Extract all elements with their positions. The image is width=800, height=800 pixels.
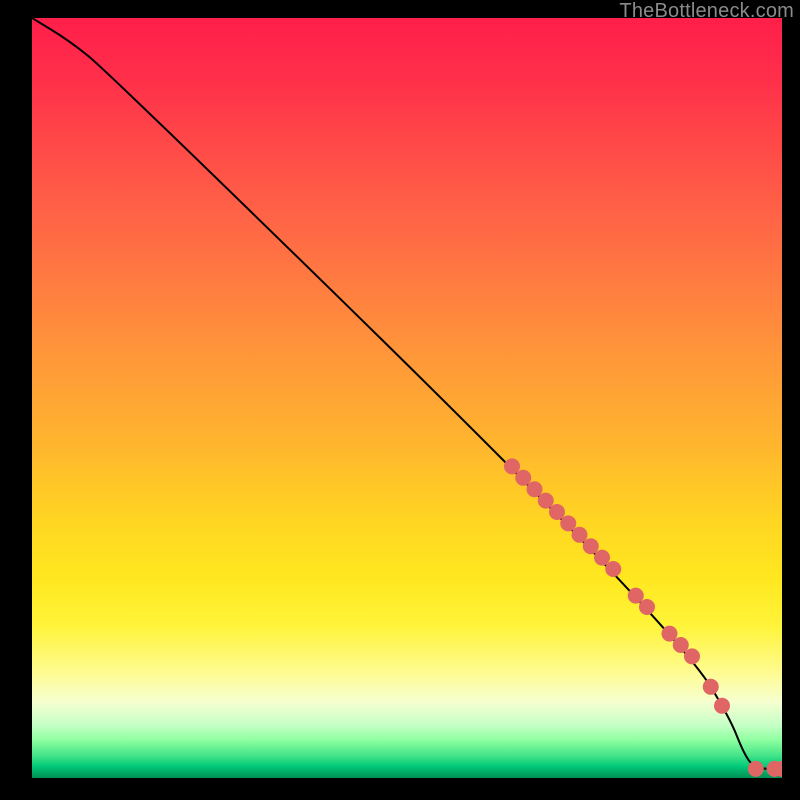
highlight-dot xyxy=(673,637,689,653)
highlight-dot xyxy=(662,626,678,642)
highlight-dot xyxy=(504,458,520,474)
highlight-dot xyxy=(594,550,610,566)
highlight-dot xyxy=(549,504,565,520)
plot-area xyxy=(32,18,782,778)
highlight-dot xyxy=(639,599,655,615)
highlight-dot xyxy=(605,561,621,577)
bottleneck-curve-line xyxy=(32,18,782,769)
highlight-dot xyxy=(714,698,730,714)
highlight-dot xyxy=(560,515,576,531)
highlight-dot xyxy=(748,761,764,777)
chart-stage: TheBottleneck.com xyxy=(0,0,800,800)
highlight-dots-group xyxy=(504,458,782,776)
highlight-dot xyxy=(538,493,554,509)
highlight-dot xyxy=(684,648,700,664)
highlight-dot xyxy=(583,538,599,554)
highlight-dot xyxy=(515,470,531,486)
highlight-dot xyxy=(703,679,719,695)
highlight-dot xyxy=(628,588,644,604)
highlight-dot xyxy=(572,527,588,543)
chart-overlay xyxy=(32,18,782,778)
highlight-dot xyxy=(527,481,543,497)
